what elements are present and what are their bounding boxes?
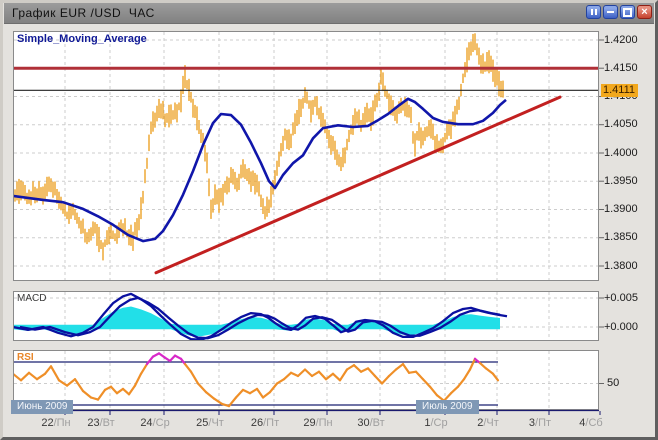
price-axis-tick: 1.3800 [604,260,638,272]
date-day: 23 [87,417,99,429]
date-axis-label: 26/Пт [243,417,287,429]
date-axis-label: 23/Вт [79,417,123,429]
rsi-panel[interactable] [13,350,599,410]
date-weekday: /Пт [263,417,279,429]
price-axis-tick: 1.4000 [604,147,638,159]
date-weekday: /Вт [100,417,115,429]
maximize-icon [623,8,632,17]
date-weekday: /Пн [54,417,71,429]
date-weekday: /Чт [483,417,498,429]
window-buttons: × [586,5,652,19]
date-day: 22 [41,417,53,429]
date-weekday: /Пт [535,417,551,429]
macd-axis-tick: +0.000 [604,321,638,333]
date-day: 30 [357,417,369,429]
price-axis-tick: 1.3950 [604,175,638,187]
date-weekday: /Вт [370,417,385,429]
rsi-axis-tick: 50 [607,377,619,389]
date-axis-label: 4/Сб [569,417,613,429]
date-axis-label: 30/Вт [349,417,393,429]
date-weekday: /Ср [431,417,448,429]
minimize-button[interactable] [603,5,618,19]
pause-icon [591,9,593,15]
date-axis-label: 22/Пн [34,417,78,429]
macd-panel[interactable] [13,291,599,341]
minimize-icon [607,11,614,13]
window-title: График EUR /USD ЧАС [4,6,155,20]
pause-button[interactable] [586,5,601,19]
price-axis-tick: 1.3900 [604,203,638,215]
maximize-button[interactable] [620,5,635,19]
date-axis-label: 25/Чт [188,417,232,429]
month-badge: Июль 2009 [416,400,479,414]
date-axis-label: 29/Пн [296,417,340,429]
close-button[interactable]: × [637,5,652,19]
date-day: 24 [140,417,152,429]
title-bar[interactable]: График EUR /USD ЧАС [4,3,654,24]
date-weekday: /Ср [153,417,170,429]
date-day: 25 [196,417,208,429]
close-icon: × [641,7,647,17]
date-day: 29 [303,417,315,429]
current-price-tag: 1.4111 [601,84,638,97]
price-axis-tick: 1.4050 [604,118,638,130]
date-weekday: /Сб [585,417,602,429]
price-axis-tick: 1.3850 [604,231,638,243]
price-chart-panel[interactable] [13,31,599,281]
date-weekday: /Чт [208,417,223,429]
price-axis-tick: 1.4150 [604,62,638,74]
date-day: 26 [251,417,263,429]
date-axis-label: 24/Ср [133,417,177,429]
date-weekday: /Пн [316,417,333,429]
date-axis-label: 3/Пт [518,417,562,429]
macd-axis-tick: +0.005 [604,292,638,304]
month-badge: Июнь 2009 [11,400,73,414]
date-axis-label: 1/Ср [414,417,458,429]
chart-window: График EUR /USD ЧАС × Simple_Moving_Aver… [0,0,658,440]
price-axis-tick: 1.4200 [604,34,638,46]
date-axis-label: 2/Чт [466,417,510,429]
